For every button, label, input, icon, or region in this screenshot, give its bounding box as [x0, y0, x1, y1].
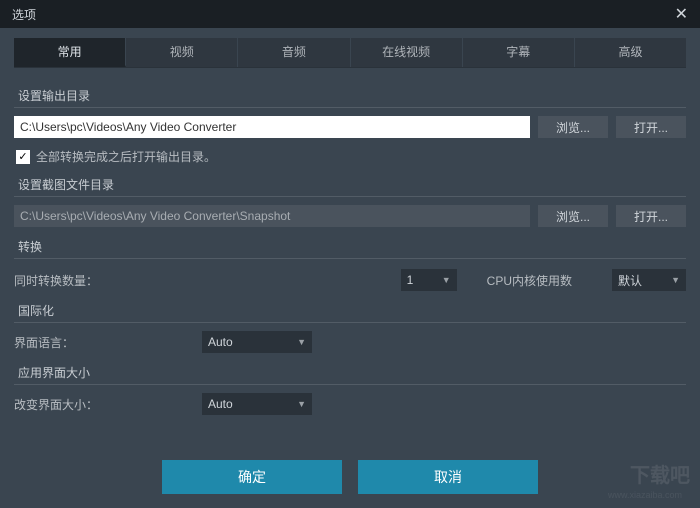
convert-count-select[interactable]: 1 ▼: [401, 269, 457, 291]
content: 设置输出目录 浏览... 打开... ✓ 全部转换完成之后打开输出目录。 设置截…: [0, 68, 700, 415]
section-snapshot-header: 设置截图文件目录: [14, 171, 686, 197]
section-output-header: 设置输出目录: [14, 82, 686, 108]
ui-language-label: 界面语言：: [14, 334, 194, 351]
tabs: 常用 视频 音频 在线视频 字幕 高级: [14, 38, 686, 68]
cpu-cores-select[interactable]: 默认 ▼: [612, 269, 686, 291]
window-title: 选项: [12, 6, 36, 23]
ok-button[interactable]: 确定: [162, 460, 342, 494]
footer: 确定 取消: [0, 460, 700, 494]
cpu-cores-label: CPU内核使用数: [487, 272, 572, 289]
close-icon[interactable]: ✕: [671, 4, 692, 24]
cpu-cores-value: 默认: [618, 272, 642, 289]
titlebar: 选项 ✕: [0, 0, 700, 28]
output-path-input[interactable]: [14, 116, 530, 138]
convert-count-label: 同时转换数量：: [14, 272, 98, 289]
tab-subtitle[interactable]: 字幕: [463, 38, 575, 67]
tab-general[interactable]: 常用: [14, 38, 126, 67]
snapshot-path-input[interactable]: [14, 205, 530, 227]
open-after-convert-label: 全部转换完成之后打开输出目录。: [36, 148, 216, 165]
ui-size-select[interactable]: Auto ▼: [202, 393, 312, 415]
tab-online[interactable]: 在线视频: [351, 38, 463, 67]
open-after-convert-checkbox[interactable]: ✓: [16, 150, 30, 164]
ui-language-value: Auto: [208, 335, 233, 349]
chevron-down-icon: ▼: [671, 275, 680, 285]
tab-audio[interactable]: 音频: [238, 38, 350, 67]
chevron-down-icon: ▼: [297, 337, 306, 347]
ui-size-value: Auto: [208, 397, 233, 411]
ui-language-select[interactable]: Auto ▼: [202, 331, 312, 353]
snapshot-open-button[interactable]: 打开...: [616, 205, 686, 227]
tab-video[interactable]: 视频: [126, 38, 238, 67]
ui-size-label: 改变界面大小：: [14, 396, 194, 413]
section-convert-header: 转换: [14, 233, 686, 259]
cancel-button[interactable]: 取消: [358, 460, 538, 494]
snapshot-browse-button[interactable]: 浏览...: [538, 205, 608, 227]
section-intl-header: 国际化: [14, 297, 686, 323]
tab-advanced[interactable]: 高级: [575, 38, 686, 67]
chevron-down-icon: ▼: [297, 399, 306, 409]
section-uisize-header: 应用界面大小: [14, 359, 686, 385]
chevron-down-icon: ▼: [442, 275, 451, 285]
convert-count-value: 1: [407, 273, 414, 287]
output-browse-button[interactable]: 浏览...: [538, 116, 608, 138]
output-open-button[interactable]: 打开...: [616, 116, 686, 138]
